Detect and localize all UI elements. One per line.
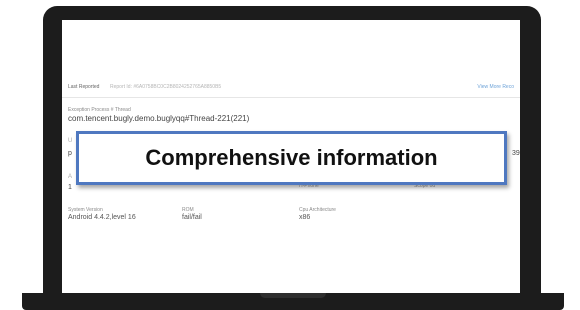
laptop-base	[22, 293, 564, 310]
system-version-value: Android 4.4.2,level 16	[68, 214, 136, 221]
divider	[62, 97, 520, 98]
cpu-architecture-label: Cpu Architecture	[299, 207, 336, 213]
callout-text: Comprehensive information	[145, 145, 438, 170]
system-version-label: System Version	[68, 207, 103, 213]
cpu-architecture-field: Cpu Architecture x86	[299, 207, 336, 221]
view-more-records-link[interactable]: View More Reco	[477, 84, 514, 90]
cpu-architecture-value: x86	[299, 214, 311, 221]
hidden-field-value-fragment: 39	[512, 150, 520, 157]
rom-field: ROM fail/fail	[182, 207, 202, 221]
last-reported-label: Last Reported	[68, 84, 100, 90]
system-version-field: System Version Android 4.4.2,level 16	[68, 207, 136, 221]
rom-value: fail/fail	[182, 214, 202, 221]
exception-thread-field: Exception Process # Thread com.tencent.b…	[68, 107, 249, 123]
callout-box: Comprehensive information	[76, 131, 507, 185]
exception-thread-label: Exception Process # Thread	[68, 107, 131, 113]
hidden-field-value-fragment: p	[68, 150, 72, 157]
rom-label: ROM	[182, 207, 194, 213]
hidden-field-value-fragment: 1	[68, 184, 72, 191]
laptop-notch	[260, 293, 326, 298]
exception-thread-value: com.tencent.bugly.demo.buglyqq#Thread-22…	[68, 114, 250, 123]
report-header-row: Last Reported Report Id: #6A0758BC0C2B80…	[68, 84, 514, 96]
hidden-field-label-fragment: A	[68, 174, 73, 180]
report-id: Report Id: #6A0758BC0C2B8024252765A8850B…	[110, 84, 222, 90]
hidden-field-label-fragment: U	[68, 138, 73, 144]
